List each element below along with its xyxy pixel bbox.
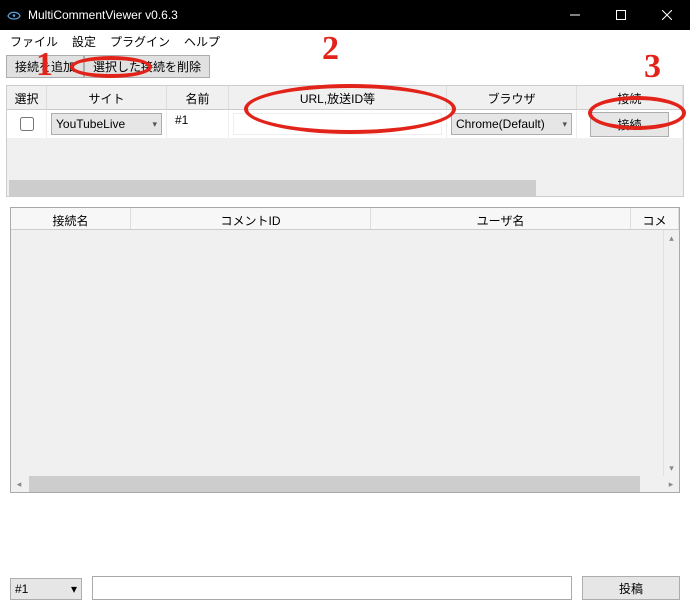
- scroll-right-icon[interactable]: ▸: [663, 479, 679, 490]
- window-title: MultiCommentViewer v0.6.3: [28, 8, 178, 22]
- post-input[interactable]: [92, 576, 572, 600]
- col-header-conn-name[interactable]: 接続名: [11, 208, 131, 229]
- grid-empty-area: [7, 138, 683, 180]
- col-header-user-name[interactable]: ユーザ名: [371, 208, 631, 229]
- name-field[interactable]: #1: [171, 113, 224, 135]
- chevron-down-icon: ▾: [562, 119, 567, 130]
- comments-body: ▴ ▾: [11, 230, 679, 476]
- comments-hscrollbar[interactable]: ◂ ▸: [11, 476, 679, 492]
- menu-settings[interactable]: 設定: [66, 31, 102, 52]
- col-header-site[interactable]: サイト: [47, 86, 167, 109]
- comments-grid: 接続名 コメントID ユーザ名 コメント ▴ ▾ ◂ ▸: [10, 207, 680, 493]
- col-header-url[interactable]: URL,放送ID等: [229, 86, 447, 109]
- menu-help[interactable]: ヘルプ: [178, 31, 226, 52]
- top-grid-hscrollbar[interactable]: [7, 180, 683, 196]
- scroll-down-icon[interactable]: ▾: [664, 460, 679, 476]
- col-header-comment-id[interactable]: コメントID: [131, 208, 371, 229]
- channel-select-value: #1: [15, 582, 28, 596]
- menu-plugins[interactable]: プラグイン: [104, 31, 176, 52]
- col-header-name[interactable]: 名前: [167, 86, 229, 109]
- menu-file[interactable]: ファイル: [4, 31, 64, 52]
- chevron-down-icon: ▾: [152, 119, 157, 130]
- menubar: ファイル 設定 プラグイン ヘルプ: [0, 30, 690, 52]
- browser-select[interactable]: Chrome(Default) ▾: [451, 113, 572, 135]
- titlebar: MultiCommentViewer v0.6.3: [0, 0, 690, 30]
- scrollbar-thumb[interactable]: [9, 180, 536, 196]
- toolbar: 接続を追加 選択した接続を削除: [0, 52, 690, 81]
- col-header-browser[interactable]: ブラウザ: [447, 86, 577, 109]
- site-select-value: YouTubeLive: [56, 117, 125, 131]
- comments-vscrollbar[interactable]: ▴ ▾: [663, 230, 679, 476]
- close-button[interactable]: [644, 0, 690, 30]
- browser-select-value: Chrome(Default): [456, 117, 545, 131]
- col-header-select[interactable]: 選択: [7, 86, 47, 109]
- scroll-up-icon[interactable]: ▴: [664, 230, 679, 246]
- chevron-down-icon: ▾: [71, 582, 77, 596]
- connect-button[interactable]: 接続: [590, 112, 668, 137]
- scroll-left-icon[interactable]: ◂: [11, 479, 27, 490]
- app-icon: [6, 7, 22, 23]
- site-select[interactable]: YouTubeLive ▾: [51, 113, 162, 135]
- channel-select[interactable]: #1 ▾: [10, 578, 82, 600]
- connections-grid: 選択 サイト 名前 URL,放送ID等 ブラウザ 接続 YouTubeLive …: [6, 85, 684, 197]
- maximize-button[interactable]: [598, 0, 644, 30]
- post-button[interactable]: 投稿: [582, 576, 680, 600]
- scrollbar-thumb[interactable]: [29, 476, 640, 492]
- url-input[interactable]: [233, 113, 442, 135]
- connection-row: YouTubeLive ▾ #1 Chrome(Default) ▾ 接続: [7, 110, 683, 138]
- col-header-connect[interactable]: 接続: [577, 86, 683, 109]
- minimize-button[interactable]: [552, 0, 598, 30]
- col-header-comment[interactable]: コメント: [631, 208, 679, 229]
- row-select-checkbox[interactable]: [20, 117, 34, 131]
- remove-selected-button[interactable]: 選択した接続を削除: [84, 55, 210, 78]
- footer: #1 ▾ 投稿: [10, 576, 680, 600]
- add-connection-button[interactable]: 接続を追加: [6, 55, 84, 78]
